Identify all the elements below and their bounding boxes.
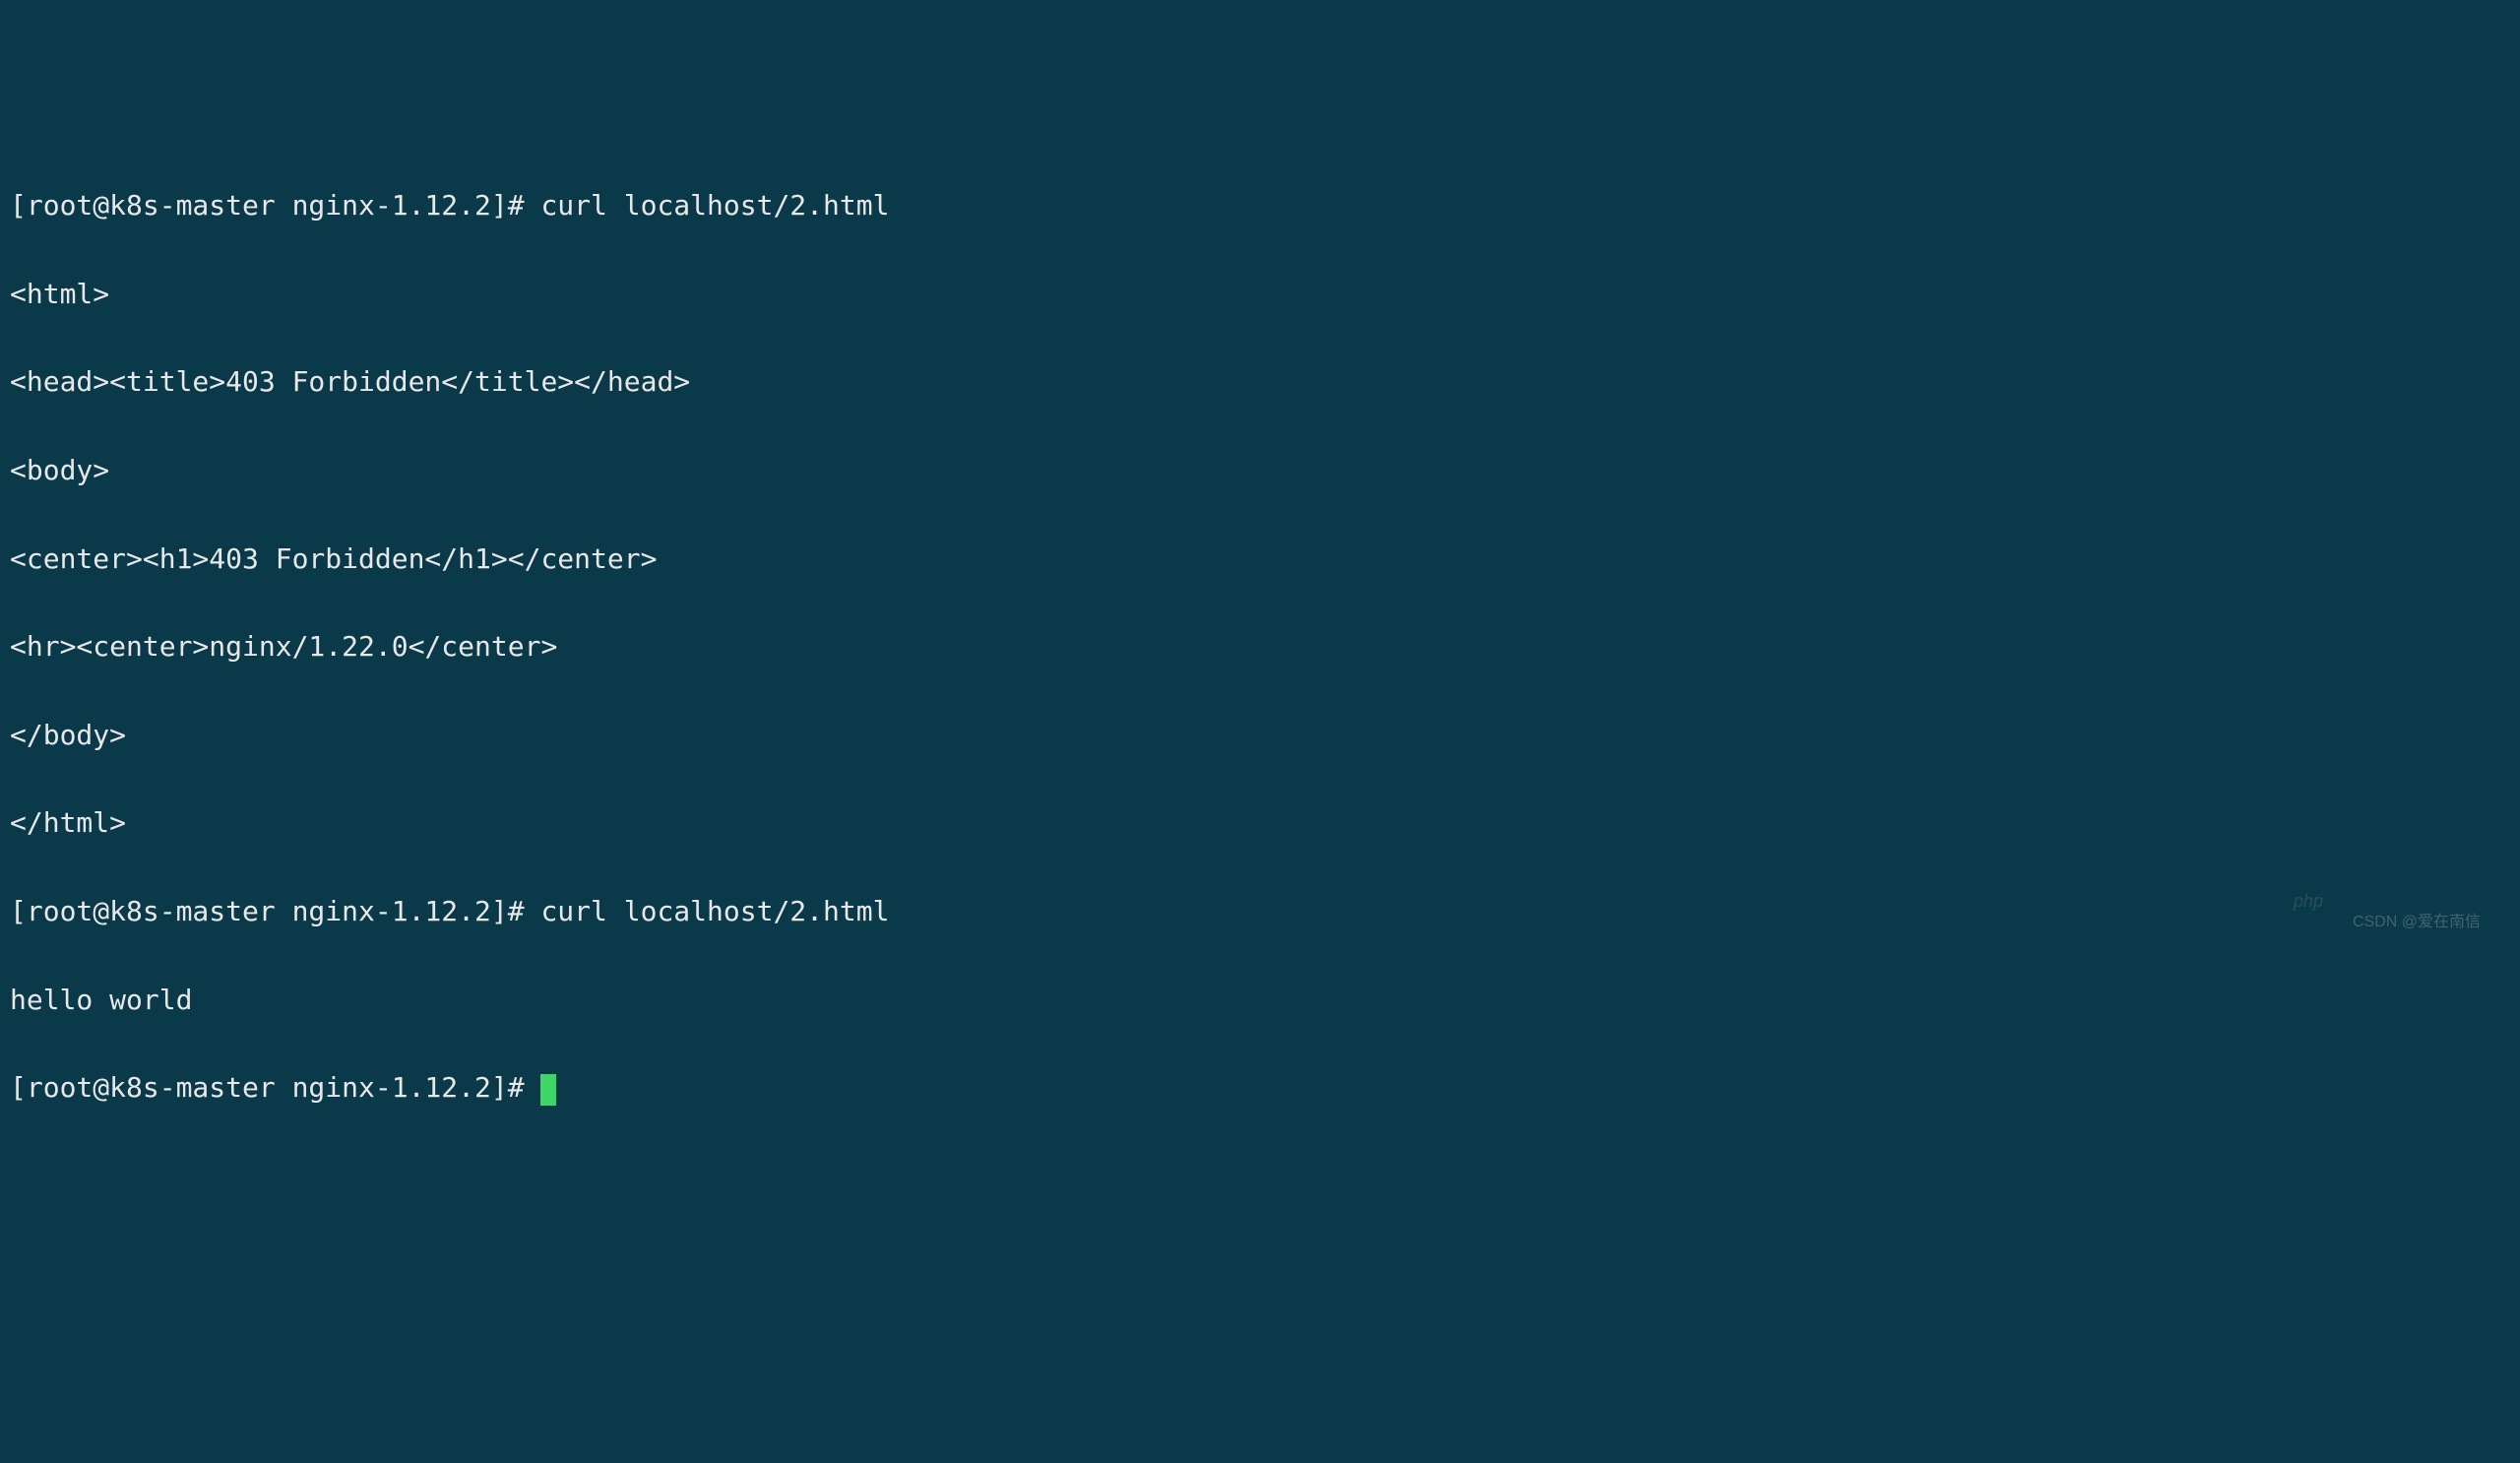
terminal-line-9: hello world bbox=[10, 979, 2510, 1023]
watermark-php: php bbox=[2294, 887, 2323, 916]
terminal-line-5: <hr><center>nginx/1.22.0</center> bbox=[10, 625, 2510, 669]
terminal-prompt-line[interactable]: [root@k8s-master nginx-1.12.2]# bbox=[10, 1066, 2510, 1111]
terminal-line-0: [root@k8s-master nginx-1.12.2]# curl loc… bbox=[10, 184, 2510, 228]
terminal-line-7: </html> bbox=[10, 801, 2510, 846]
terminal-line-1: <html> bbox=[10, 273, 2510, 317]
terminal-line-4: <center><h1>403 Forbidden</h1></center> bbox=[10, 538, 2510, 582]
terminal-prompt: [root@k8s-master nginx-1.12.2]# bbox=[10, 1071, 540, 1104]
cursor-icon bbox=[540, 1074, 556, 1106]
terminal-line-8: [root@k8s-master nginx-1.12.2]# curl loc… bbox=[10, 890, 2510, 934]
watermark-csdn: CSDN @爱在南信 bbox=[2353, 910, 2481, 935]
terminal-line-2: <head><title>403 Forbidden</title></head… bbox=[10, 360, 2510, 405]
terminal-line-6: </body> bbox=[10, 714, 2510, 758]
terminal-line-3: <body> bbox=[10, 449, 2510, 493]
